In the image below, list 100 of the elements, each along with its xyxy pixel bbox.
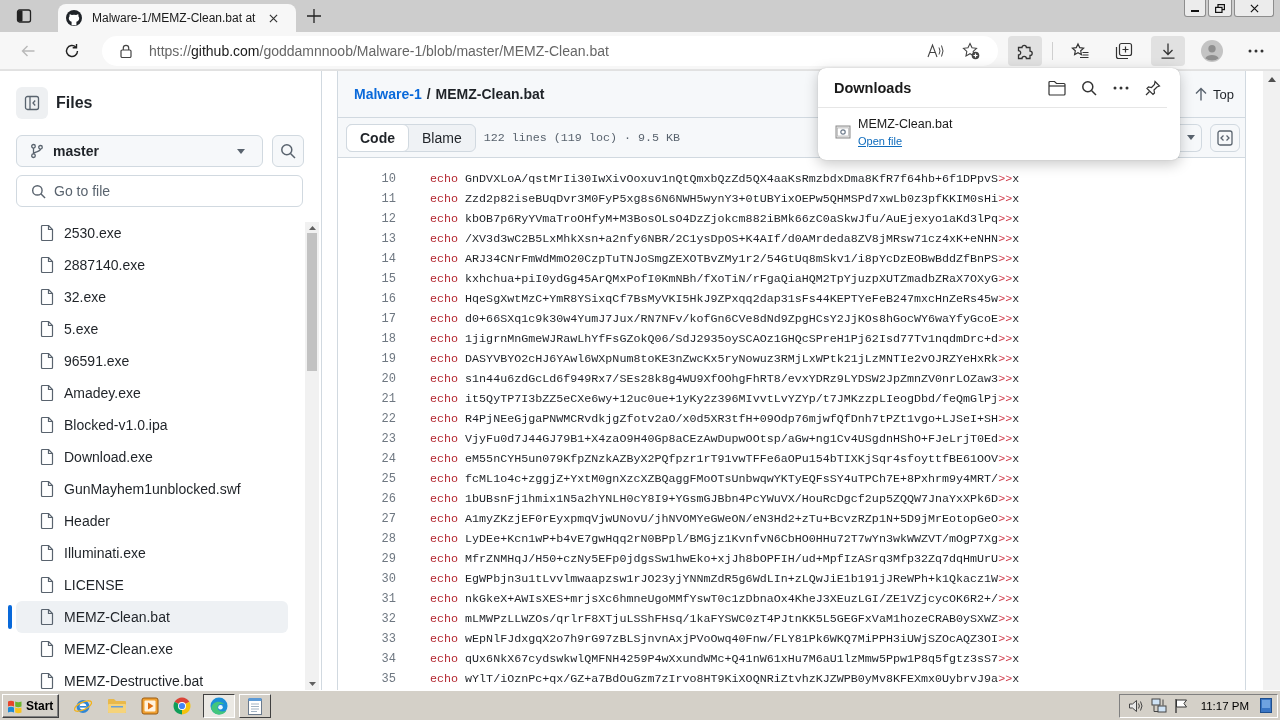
file-info: 122 lines (119 loc) · 9.5 KB xyxy=(483,130,681,145)
line-number: 34 xyxy=(380,651,397,667)
line-number: 23 xyxy=(380,431,397,447)
panel-icon xyxy=(24,95,40,111)
top-button[interactable]: Top xyxy=(1189,80,1240,108)
line-number: 13 xyxy=(380,231,397,247)
file-item[interactable]: 5.exe xyxy=(16,313,288,345)
file-item[interactable]: GunMayhem1unblocked.swf xyxy=(16,473,288,505)
close-window-button[interactable] xyxy=(1234,0,1274,17)
speaker-icon[interactable] xyxy=(1127,697,1144,714)
code-line: echo kbOB7p6RyYVmaTroOHfyM+M3BosOLsO4DzZjokcm882iBMk66zC0aSkwJfu/AuEjexyo1aKd3lPq>>x xyxy=(429,211,1020,227)
line-number: 33 xyxy=(380,631,397,647)
line-number: 29 xyxy=(380,551,397,567)
minimize-icon xyxy=(1191,10,1199,12)
open-file-link[interactable]: Open file xyxy=(858,133,903,149)
document-icon xyxy=(835,124,851,140)
view-tab[interactable]: Code xyxy=(346,123,409,152)
code-line: echo s1n44u6zdGcLd6f949Rx7/SEs28k8g4WU9XfOOhgFhRT8/evxYDRz9LYDSW2JpZmnZV0nrLOZaw3>>x xyxy=(429,371,1020,387)
extensions-button[interactable] xyxy=(1008,35,1042,66)
file-item[interactable]: Header xyxy=(16,505,288,537)
minimize-button[interactable] xyxy=(1184,0,1206,17)
scroll-down-icon[interactable] xyxy=(308,682,316,686)
avatar-icon xyxy=(1201,39,1223,62)
restore-button[interactable] xyxy=(1208,0,1232,17)
folder-icon xyxy=(1048,79,1066,96)
close-icon xyxy=(1249,3,1259,13)
file-item[interactable]: Download.exe xyxy=(16,441,288,473)
desktop-icon[interactable] xyxy=(1260,698,1272,713)
line-number: 14 xyxy=(380,251,397,267)
file-icon xyxy=(40,257,54,273)
file-item[interactable]: 32.exe xyxy=(16,281,288,313)
start-button[interactable]: Start xyxy=(2,693,60,718)
collections-icon xyxy=(1115,41,1133,60)
line-number: 30 xyxy=(380,571,397,587)
view-switch[interactable]: Code Blame xyxy=(346,123,476,152)
address-bar[interactable]: https://github.com/goddamnnoob/Malware-1/blob/master/MEMZ-Clean.bat xyxy=(102,35,998,66)
file-item[interactable]: 2530.exe xyxy=(16,217,288,249)
search-button[interactable] xyxy=(272,135,304,167)
media-player-icon[interactable] xyxy=(141,696,160,715)
close-icon xyxy=(269,13,279,23)
line-number: 28 xyxy=(380,531,397,547)
sidebar-title: Files xyxy=(56,94,93,112)
download-item[interactable]: MEMZ-Clean.bat Open file xyxy=(835,115,953,149)
line-number: 35 xyxy=(380,671,397,687)
browser-tab[interactable]: Malware-1/MEMZ-Clean.bat at xyxy=(58,4,296,32)
breadcrumb-separator: / xyxy=(426,86,431,102)
code-line: echo 1bUBsnFj1hmix1N5a2hYNLH0cY8I9+YGsmGJBbn4PcYWuVX/HouRcDgcf2up5ZQQW7JnaYxXPk6D>>x xyxy=(429,491,1020,507)
file-item[interactable]: MEMZ-Clean.exe xyxy=(16,633,288,665)
file-item[interactable]: Amadey.exe xyxy=(16,377,288,409)
file-item[interactable]: Illuminati.exe xyxy=(16,537,288,569)
go-to-file-field[interactable]: Go to file xyxy=(16,175,303,207)
file-item[interactable]: Blocked-v1.0.ipa xyxy=(16,409,288,441)
file-item[interactable]: 96591.exe xyxy=(16,345,288,377)
arrow-up-icon xyxy=(1195,87,1208,101)
page-scrollbar[interactable] xyxy=(1263,71,1280,690)
collapse-sidebar-button[interactable] xyxy=(16,87,48,119)
caret-icon xyxy=(237,148,245,154)
line-number: 11 xyxy=(380,191,397,207)
branch-selector[interactable]: master xyxy=(16,135,263,167)
code-line: echo qUx6NkX67cydswkwlQMFNH4259P4wXxundWMc+Q41nW61xHu7M6aU1lzMmw5Ppw1P8q5fgtz3sS7>>x xyxy=(429,651,1020,667)
panel-title: Downloads xyxy=(834,79,912,96)
star-plus-icon xyxy=(962,41,980,60)
repository-link[interactable]: Malware-1 xyxy=(354,86,422,102)
line-number: 20 xyxy=(380,371,397,387)
file-item[interactable]: LICENSE xyxy=(16,569,288,601)
file-icon xyxy=(40,289,54,305)
notepad-icon xyxy=(247,696,264,715)
dropdown-button[interactable] xyxy=(1180,123,1202,152)
line-number: 31 xyxy=(380,591,397,607)
search-icon xyxy=(31,184,46,199)
file-icon xyxy=(40,609,54,625)
code-line: echo fcML1o4c+zggjZ+YxtM0gnXzcXZBQaggFMoOTsUnbwqwYKTyEQFsSY4uTPCh7E+8Pxhrm9y4MRT/>>x xyxy=(429,471,1020,487)
browser-logo-icon[interactable] xyxy=(173,696,192,715)
scrollbar-thumb[interactable] xyxy=(307,233,317,371)
downloads-button[interactable] xyxy=(1151,35,1185,66)
taskbar-button[interactable] xyxy=(203,693,236,718)
scroll-up-icon[interactable] xyxy=(1267,77,1276,82)
flag-icon[interactable] xyxy=(1173,697,1188,714)
scroll-up-icon[interactable] xyxy=(308,226,316,230)
line-number: 24 xyxy=(380,451,397,467)
symbols-button[interactable] xyxy=(1210,123,1240,152)
line-number: 15 xyxy=(380,271,397,287)
file-item[interactable]: 2887140.exe xyxy=(16,249,288,281)
file-icon xyxy=(40,641,54,657)
file-icon xyxy=(40,481,54,497)
line-number: 27 xyxy=(380,511,397,527)
code-line: echo Zzd2p82iseBUqDvr3M0FyP5xg8s6N6NWH5wynY3+0tUBYixOEPw5QHMSPd7xwLb0z3pfKKIM0sHi>>x xyxy=(429,191,1020,207)
more-icon xyxy=(1248,48,1264,53)
wave-logo-icon xyxy=(210,696,229,715)
file-item[interactable]: MEMZ-Destructive.bat xyxy=(16,665,288,690)
more-icon xyxy=(1113,85,1129,90)
line-number: 17 xyxy=(380,311,397,327)
view-tab[interactable]: Blame xyxy=(409,124,475,151)
code-line: echo wEpNlFJdxgqX2o7h9rG97zBLSjnvnAxjPVoOwq40Fnw/FLY81Pk6WKQ7MiPPH3iUWjSZOcAQZ3OI>>x xyxy=(429,631,1020,647)
network-icon[interactable] xyxy=(1150,697,1167,714)
line-number: 19 xyxy=(380,351,397,367)
read-aloud-icon xyxy=(927,42,945,59)
scrollbar[interactable] xyxy=(305,222,319,690)
line-number: 25 xyxy=(380,471,397,487)
line-number: 12 xyxy=(380,211,397,227)
